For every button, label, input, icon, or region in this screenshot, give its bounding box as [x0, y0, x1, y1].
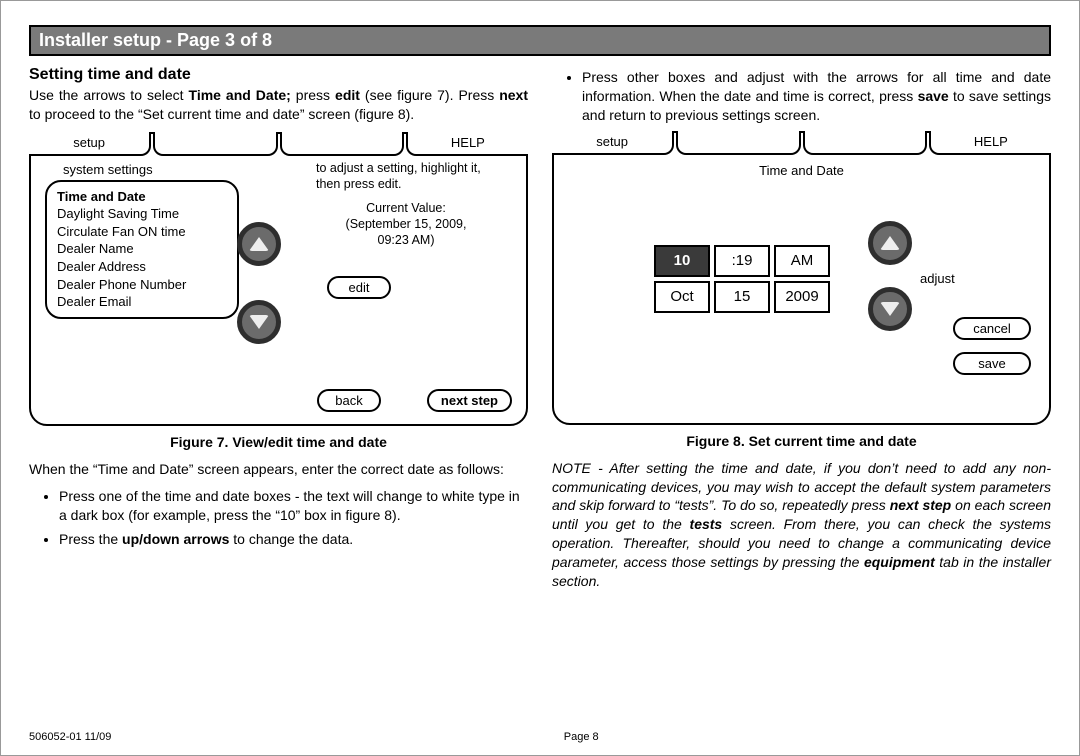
month-box[interactable]: Oct	[654, 281, 710, 313]
list-item[interactable]: Dealer Phone Number	[57, 276, 227, 294]
text-bold: next step	[890, 497, 952, 513]
current-value-line2: 09:23 AM)	[378, 233, 435, 247]
note-paragraph: NOTE - After setting the time and date, …	[552, 459, 1051, 591]
figure-7-caption: Figure 7. View/edit time and date	[29, 434, 528, 450]
arrow-up-icon[interactable]	[868, 221, 912, 265]
text: Press one of the time and date boxes - t…	[59, 488, 520, 523]
right-column: Press other boxes and adjust with the ar…	[552, 62, 1051, 599]
bullet-list: Press other boxes and adjust with the ar…	[552, 68, 1051, 125]
text: to proceed to the “Set current time and …	[29, 106, 414, 122]
bullet: Press other boxes and adjust with the ar…	[582, 68, 1051, 125]
bullet-list: Press one of the time and date boxes - t…	[29, 487, 528, 550]
screen-view-edit: setup HELP system settings to adjust a s…	[29, 132, 528, 426]
screen-title: Time and Date	[562, 163, 1041, 178]
next-step-button[interactable]: next step	[427, 389, 512, 412]
save-button[interactable]: save	[953, 352, 1031, 375]
list-item-selected[interactable]: Time and Date	[57, 188, 227, 206]
tab-help[interactable]: HELP	[929, 131, 1051, 155]
text-bold: tests	[690, 516, 723, 532]
mid-paragraph: When the “Time and Date” screen appears,…	[29, 460, 528, 479]
doc-number: 506052-01 11/09	[29, 731, 111, 743]
tab-setup[interactable]: setup	[29, 132, 151, 156]
time-date-grid: 10 :19 AM Oct 15 2009	[654, 245, 830, 313]
list-item[interactable]: Dealer Email	[57, 293, 227, 311]
minute-box[interactable]: :19	[714, 245, 770, 277]
current-value: Current Value: (September 15, 2009, 09:2…	[316, 200, 496, 249]
list-item[interactable]: Dealer Address	[57, 258, 227, 276]
tab-blank-2[interactable]	[280, 132, 404, 156]
current-value-line1: (September 15, 2009,	[346, 217, 467, 231]
list-item[interactable]: Daylight Saving Time	[57, 205, 227, 223]
list-item[interactable]: Circulate Fan ON time	[57, 223, 227, 241]
page-number: Page 8	[564, 731, 599, 743]
text-bold: Time and Date;	[189, 87, 291, 103]
arrow-up-icon[interactable]	[237, 222, 281, 266]
text-bold: edit	[335, 87, 360, 103]
ampm-box[interactable]: AM	[774, 245, 830, 277]
page-footer: 506052-01 11/09 Page 8	[29, 731, 1051, 743]
text: press	[291, 87, 335, 103]
adjust-label: adjust	[920, 271, 955, 286]
text-bold: next	[499, 87, 528, 103]
tab-blank-1[interactable]	[153, 132, 277, 156]
arrow-down-icon[interactable]	[868, 287, 912, 331]
hint-text: to adjust a setting, highlight it, then …	[316, 160, 496, 193]
tab-setup[interactable]: setup	[552, 131, 674, 155]
intro-paragraph: Use the arrows to select Time and Date; …	[29, 86, 528, 124]
bullet: Press the up/down arrows to change the d…	[59, 530, 528, 549]
tab-help[interactable]: HELP	[406, 132, 528, 156]
year-box[interactable]: 2009	[774, 281, 830, 313]
text: Use the arrows to select	[29, 87, 189, 103]
bullet: Press one of the time and date boxes - t…	[59, 487, 528, 525]
text-bold: up/down arrows	[122, 531, 229, 547]
text-bold: equipment	[864, 554, 935, 570]
back-button[interactable]: back	[317, 389, 381, 412]
text: (see figure 7). Press	[360, 87, 499, 103]
edit-button[interactable]: edit	[327, 276, 391, 299]
cancel-button[interactable]: cancel	[953, 317, 1031, 340]
text: to change the data.	[229, 531, 353, 547]
hour-box[interactable]: 10	[654, 245, 710, 277]
day-box[interactable]: 15	[714, 281, 770, 313]
arrow-down-icon[interactable]	[237, 300, 281, 344]
text: Press the	[59, 531, 122, 547]
screen-set-time-date: setup HELP Time and Date 10 :19 AM Oct 1…	[552, 131, 1051, 425]
left-column: Setting time and date Use the arrows to …	[29, 62, 528, 599]
tab-blank-2[interactable]	[803, 131, 927, 155]
text-bold: save	[918, 88, 949, 104]
settings-list[interactable]: Time and Date Daylight Saving Time Circu…	[45, 180, 239, 319]
list-item[interactable]: Dealer Name	[57, 240, 227, 258]
figure-8-caption: Figure 8. Set current time and date	[552, 433, 1051, 449]
section-title: Setting time and date	[29, 66, 528, 84]
tab-blank-1[interactable]	[676, 131, 800, 155]
page-header: Installer setup - Page 3 of 8	[29, 25, 1051, 56]
current-value-label: Current Value:	[366, 201, 446, 215]
